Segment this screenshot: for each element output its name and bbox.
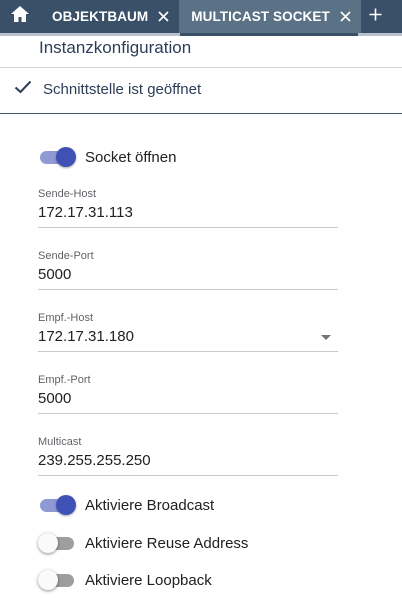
close-icon[interactable] bbox=[158, 11, 169, 22]
socket-open-toggle[interactable] bbox=[38, 147, 76, 167]
tab-label: MULTICAST SOCKET bbox=[191, 9, 330, 24]
socket-open-toggle-row: Socket öffnen bbox=[38, 147, 176, 167]
field-label: Sende-Host bbox=[38, 188, 97, 200]
broadcast-toggle-row: Aktiviere Broadcast bbox=[38, 495, 214, 515]
tab-label: OBJEKTBAUM bbox=[52, 9, 149, 24]
close-icon[interactable] bbox=[340, 11, 351, 22]
checkmark-icon bbox=[14, 80, 32, 99]
field-label: Empf.-Port bbox=[38, 374, 91, 386]
send-host-field[interactable]: Sende-Host 172.17.31.113 bbox=[38, 188, 338, 228]
send-port-input[interactable]: 5000 bbox=[38, 266, 338, 290]
home-icon bbox=[10, 5, 30, 28]
reuse-address-toggle-row: Aktiviere Reuse Address bbox=[38, 533, 248, 553]
active-tab-indicator bbox=[180, 33, 358, 36]
divider bbox=[0, 113, 402, 114]
recv-host-field[interactable]: Empf.-Host 172.17.31.180 bbox=[38, 312, 338, 352]
status-message: Schnittstelle ist geöffnet bbox=[14, 80, 201, 99]
multicast-input[interactable]: 239.255.255.250 bbox=[38, 452, 338, 476]
broadcast-toggle[interactable] bbox=[38, 495, 76, 515]
tab-objektbaum[interactable]: OBJEKTBAUM bbox=[40, 0, 179, 33]
loopback-label: Aktiviere Loopback bbox=[85, 571, 212, 589]
tab-multicast-socket[interactable]: MULTICAST SOCKET bbox=[179, 0, 361, 33]
socket-open-label: Socket öffnen bbox=[85, 148, 177, 166]
reuse-address-label: Aktiviere Reuse Address bbox=[85, 534, 249, 552]
dropdown-arrow-icon[interactable] bbox=[321, 335, 331, 340]
broadcast-label: Aktiviere Broadcast bbox=[85, 496, 215, 514]
recv-host-select[interactable]: 172.17.31.180 bbox=[38, 328, 338, 352]
loopback-toggle[interactable] bbox=[38, 570, 76, 590]
tab-bar: OBJEKTBAUM MULTICAST SOCKET bbox=[0, 0, 402, 33]
recv-host-value: 172.17.31.180 bbox=[38, 328, 134, 345]
field-label: Empf.-Host bbox=[38, 312, 94, 324]
reuse-address-toggle[interactable] bbox=[38, 533, 76, 553]
multicast-field[interactable]: Multicast 239.255.255.250 bbox=[38, 436, 338, 476]
home-button[interactable] bbox=[0, 0, 40, 33]
status-text: Schnittstelle ist geöffnet bbox=[43, 81, 202, 98]
recv-port-input[interactable]: 5000 bbox=[38, 390, 338, 414]
send-host-input[interactable]: 172.17.31.113 bbox=[38, 204, 338, 228]
field-label: Multicast bbox=[38, 436, 82, 448]
field-label: Sende-Port bbox=[38, 250, 94, 262]
recv-port-field[interactable]: Empf.-Port 5000 bbox=[38, 374, 338, 414]
send-port-field[interactable]: Sende-Port 5000 bbox=[38, 250, 338, 290]
loopback-toggle-row: Aktiviere Loopback bbox=[38, 570, 212, 590]
page-title: Instanzkonfiguration bbox=[39, 38, 192, 57]
divider bbox=[0, 67, 402, 68]
plus-icon bbox=[369, 8, 382, 26]
add-tab-button[interactable] bbox=[361, 0, 391, 33]
